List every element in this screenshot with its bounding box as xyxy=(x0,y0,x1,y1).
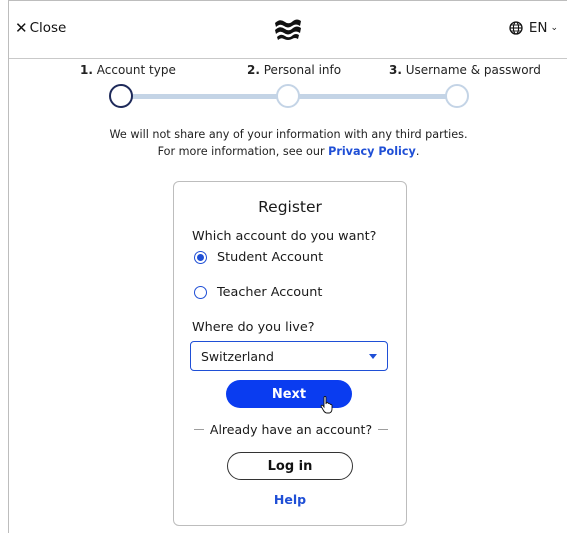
register-title: Register xyxy=(258,198,322,216)
brand-logo xyxy=(275,19,301,40)
language-label: EN xyxy=(528,20,548,36)
app-frame: ✕ Close EN ⌄ 1. Account type 2. Personal… xyxy=(8,0,567,533)
step-3-node xyxy=(445,84,469,108)
notice-line-2: For more information, see our Privacy Po… xyxy=(157,145,420,158)
language-selector[interactable]: EN ⌄ xyxy=(509,20,558,36)
step-1-node xyxy=(109,84,133,108)
country-select[interactable]: Switzerland xyxy=(190,341,388,371)
teacher-radio[interactable] xyxy=(194,286,207,299)
divider-text: Already have an account? xyxy=(209,422,373,437)
country-value: Switzerland xyxy=(201,348,274,364)
globe-icon xyxy=(509,21,523,35)
close-label: Close xyxy=(29,20,67,36)
student-radio[interactable] xyxy=(194,251,207,264)
close-icon: ✕ xyxy=(15,18,28,37)
step-labels: 1. Account type 2. Personal info 3. User… xyxy=(9,63,567,83)
login-button[interactable]: Log in xyxy=(227,452,353,480)
teacher-account-option[interactable]: Teacher Account xyxy=(194,285,322,300)
step-3-label: 3. Username & password xyxy=(389,63,541,77)
notice-line-1: We will not share any of your informatio… xyxy=(109,128,468,141)
dropdown-caret-icon xyxy=(369,353,377,359)
student-account-label: Student Account xyxy=(217,250,324,265)
chevron-down-icon: ⌄ xyxy=(550,23,558,33)
teacher-account-label: Teacher Account xyxy=(217,285,323,300)
location-question: Where do you live? xyxy=(192,320,315,335)
privacy-policy-link[interactable]: Privacy Policy xyxy=(328,145,416,158)
account-type-question: Which account do you want? xyxy=(192,229,377,244)
privacy-notice: We will not share any of your informatio… xyxy=(9,126,567,160)
close-button[interactable]: ✕ Close xyxy=(15,20,66,36)
step-2-label: 2. Personal info xyxy=(247,63,342,77)
student-account-option[interactable]: Student Account xyxy=(194,250,323,265)
login-divider: Already have an account? xyxy=(194,422,388,437)
step-1-label: 1. Account type xyxy=(80,63,176,77)
step-2-node xyxy=(276,84,300,108)
register-card: Register Which account do you want? Stud… xyxy=(173,181,407,526)
help-link[interactable]: Help xyxy=(174,492,406,507)
header-bar: ✕ Close EN ⌄ xyxy=(9,1,567,59)
hand-pointer-icon xyxy=(320,396,333,414)
